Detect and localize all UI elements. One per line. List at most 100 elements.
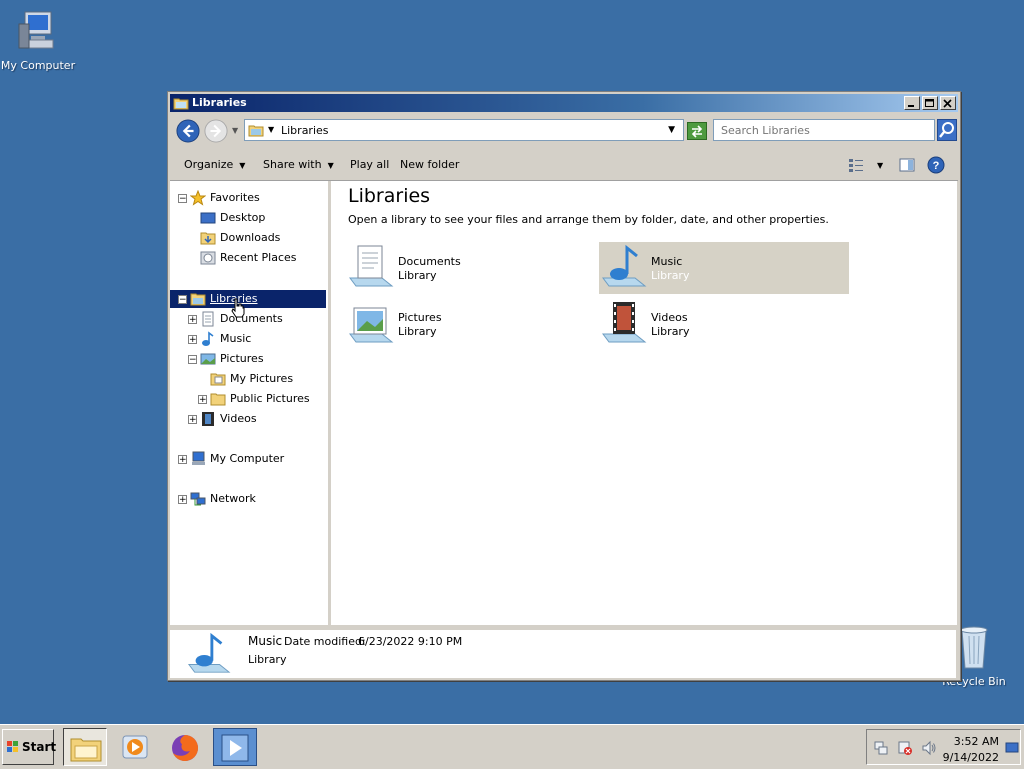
search-input[interactable] bbox=[719, 123, 923, 138]
documents-icon bbox=[202, 311, 214, 327]
window-title: Libraries bbox=[192, 96, 247, 109]
computer-icon bbox=[192, 451, 205, 465]
pictures-library-icon bbox=[349, 307, 394, 343]
library-type: Library bbox=[398, 269, 437, 282]
collapse-toggle[interactable]: − bbox=[178, 194, 187, 204]
clock[interactable]: 3:52 AM 9/14/2022 bbox=[939, 734, 999, 766]
nav-favorites[interactable]: − Favorites bbox=[170, 189, 328, 207]
expand-toggle[interactable]: + bbox=[188, 335, 197, 345]
library-name: Music bbox=[651, 255, 683, 268]
expand-toggle[interactable]: + bbox=[188, 315, 197, 325]
address-row: ▼ ▼ Libraries ▼ bbox=[170, 114, 958, 148]
close-button[interactable] bbox=[940, 96, 956, 110]
new-folder-label: New folder bbox=[400, 158, 460, 171]
my-computer-icon bbox=[18, 11, 54, 49]
title-bar[interactable]: Libraries bbox=[170, 94, 958, 112]
taskbar-explorer[interactable] bbox=[63, 728, 107, 766]
explorer-folder-icon bbox=[70, 738, 102, 762]
maximize-icon bbox=[925, 99, 934, 107]
my-computer-label: My Computer bbox=[0, 59, 76, 72]
navigation-pane: − Favorites Desktop Downloads Recent Pla… bbox=[170, 181, 331, 625]
nav-my-pictures-label: My Pictures bbox=[230, 372, 294, 385]
back-button[interactable] bbox=[176, 119, 200, 143]
details-pane: Music Date modified: 6/23/2022 9:10 PM L… bbox=[170, 628, 956, 678]
nav-downloads-label: Downloads bbox=[220, 231, 281, 244]
play-all-button[interactable]: Play all bbox=[350, 158, 389, 171]
help-icon[interactable]: ? bbox=[927, 156, 945, 174]
nav-pictures[interactable]: − Pictures bbox=[170, 350, 328, 368]
preview-pane-icon[interactable] bbox=[899, 157, 915, 173]
downloads-folder-icon bbox=[200, 232, 216, 245]
address-dropdown-icon[interactable]: ▼ bbox=[668, 125, 675, 135]
expand-toggle[interactable]: + bbox=[178, 455, 187, 465]
nav-videos[interactable]: + Videos bbox=[170, 410, 328, 428]
forward-button[interactable] bbox=[204, 119, 228, 143]
maximize-button[interactable] bbox=[922, 96, 938, 110]
taskbar-firefox[interactable] bbox=[163, 728, 207, 766]
svg-text:?: ? bbox=[933, 160, 940, 172]
nav-public-pictures-label: Public Pictures bbox=[230, 392, 310, 405]
collapse-toggle[interactable]: − bbox=[188, 355, 197, 365]
nav-public-pictures[interactable]: + Public Pictures bbox=[170, 390, 328, 408]
breadcrumb-libraries[interactable]: Libraries bbox=[281, 124, 329, 137]
address-bar[interactable]: ▼ Libraries ▼ bbox=[244, 119, 684, 141]
expand-toggle[interactable]: + bbox=[178, 495, 187, 505]
windows-logo-icon bbox=[7, 741, 18, 752]
library-pictures[interactable]: Pictures Library bbox=[346, 298, 596, 350]
organize-button[interactable]: Organize ▼ bbox=[184, 158, 245, 171]
share-with-button[interactable]: Share with ▼ bbox=[263, 158, 334, 171]
nav-documents[interactable]: + Documents bbox=[170, 310, 328, 328]
view-dropdown-icon[interactable]: ▼ bbox=[877, 161, 883, 170]
nav-recent-places-label: Recent Places bbox=[220, 251, 297, 264]
breadcrumb-separator-icon[interactable]: ▼ bbox=[268, 125, 274, 134]
nav-network[interactable]: + Network bbox=[170, 490, 328, 508]
taskbar-media-center[interactable] bbox=[213, 728, 257, 766]
music-library-icon bbox=[602, 244, 647, 287]
library-videos[interactable]: Videos Library bbox=[599, 298, 849, 350]
collapse-toggle[interactable]: − bbox=[178, 295, 187, 305]
library-name: Documents bbox=[398, 255, 461, 268]
minimize-button[interactable] bbox=[904, 96, 920, 110]
view-options-icon[interactable] bbox=[848, 157, 864, 173]
volume-icon[interactable] bbox=[921, 740, 937, 756]
search-box[interactable] bbox=[713, 119, 935, 141]
start-button[interactable]: Start bbox=[2, 729, 56, 765]
expand-toggle[interactable]: + bbox=[188, 415, 197, 425]
film-strip-icon bbox=[202, 412, 214, 426]
folder-library-icon bbox=[173, 98, 189, 110]
security-alert-icon[interactable] bbox=[897, 740, 913, 756]
recent-places-icon bbox=[200, 251, 216, 265]
show-desktop-icon[interactable] bbox=[1005, 742, 1019, 754]
nav-desktop[interactable]: Desktop bbox=[170, 209, 328, 227]
nav-downloads[interactable]: Downloads bbox=[170, 229, 328, 247]
libraries-icon bbox=[190, 293, 206, 306]
search-button[interactable] bbox=[937, 119, 957, 141]
share-with-label: Share with bbox=[263, 158, 322, 171]
nav-my-computer[interactable]: + My Computer bbox=[170, 450, 328, 468]
new-folder-button[interactable]: New folder bbox=[400, 158, 459, 171]
taskbar-media-player[interactable] bbox=[113, 728, 157, 766]
library-documents[interactable]: Documents Library bbox=[346, 242, 596, 294]
nav-my-pictures[interactable]: My Pictures bbox=[170, 370, 328, 388]
refresh-button[interactable] bbox=[687, 122, 707, 140]
hand-cursor-icon bbox=[231, 298, 245, 318]
network-icon bbox=[190, 492, 206, 506]
nav-my-computer-label: My Computer bbox=[210, 452, 285, 465]
clock-date: 9/14/2022 bbox=[942, 751, 999, 764]
library-music[interactable]: Music Library bbox=[599, 242, 849, 294]
network-status-icon[interactable] bbox=[873, 740, 889, 756]
library-name: Pictures bbox=[398, 311, 442, 324]
library-type: Library bbox=[398, 325, 437, 338]
chevron-down-icon: ▼ bbox=[327, 161, 334, 170]
library-type: Library bbox=[651, 325, 690, 338]
recent-pages-chevron-icon[interactable]: ▼ bbox=[232, 126, 238, 135]
minimize-icon bbox=[908, 105, 914, 107]
desktop-my-computer[interactable]: My Computer bbox=[0, 10, 80, 72]
expand-toggle[interactable]: + bbox=[198, 395, 207, 405]
documents-library-icon bbox=[349, 245, 394, 287]
page-subtitle: Open a library to see your files and arr… bbox=[348, 213, 829, 226]
nav-music[interactable]: + Music bbox=[170, 330, 328, 348]
nav-recent-places[interactable]: Recent Places bbox=[170, 249, 328, 267]
nav-libraries[interactable]: − Libraries bbox=[170, 290, 326, 308]
nav-videos-label: Videos bbox=[220, 412, 257, 425]
